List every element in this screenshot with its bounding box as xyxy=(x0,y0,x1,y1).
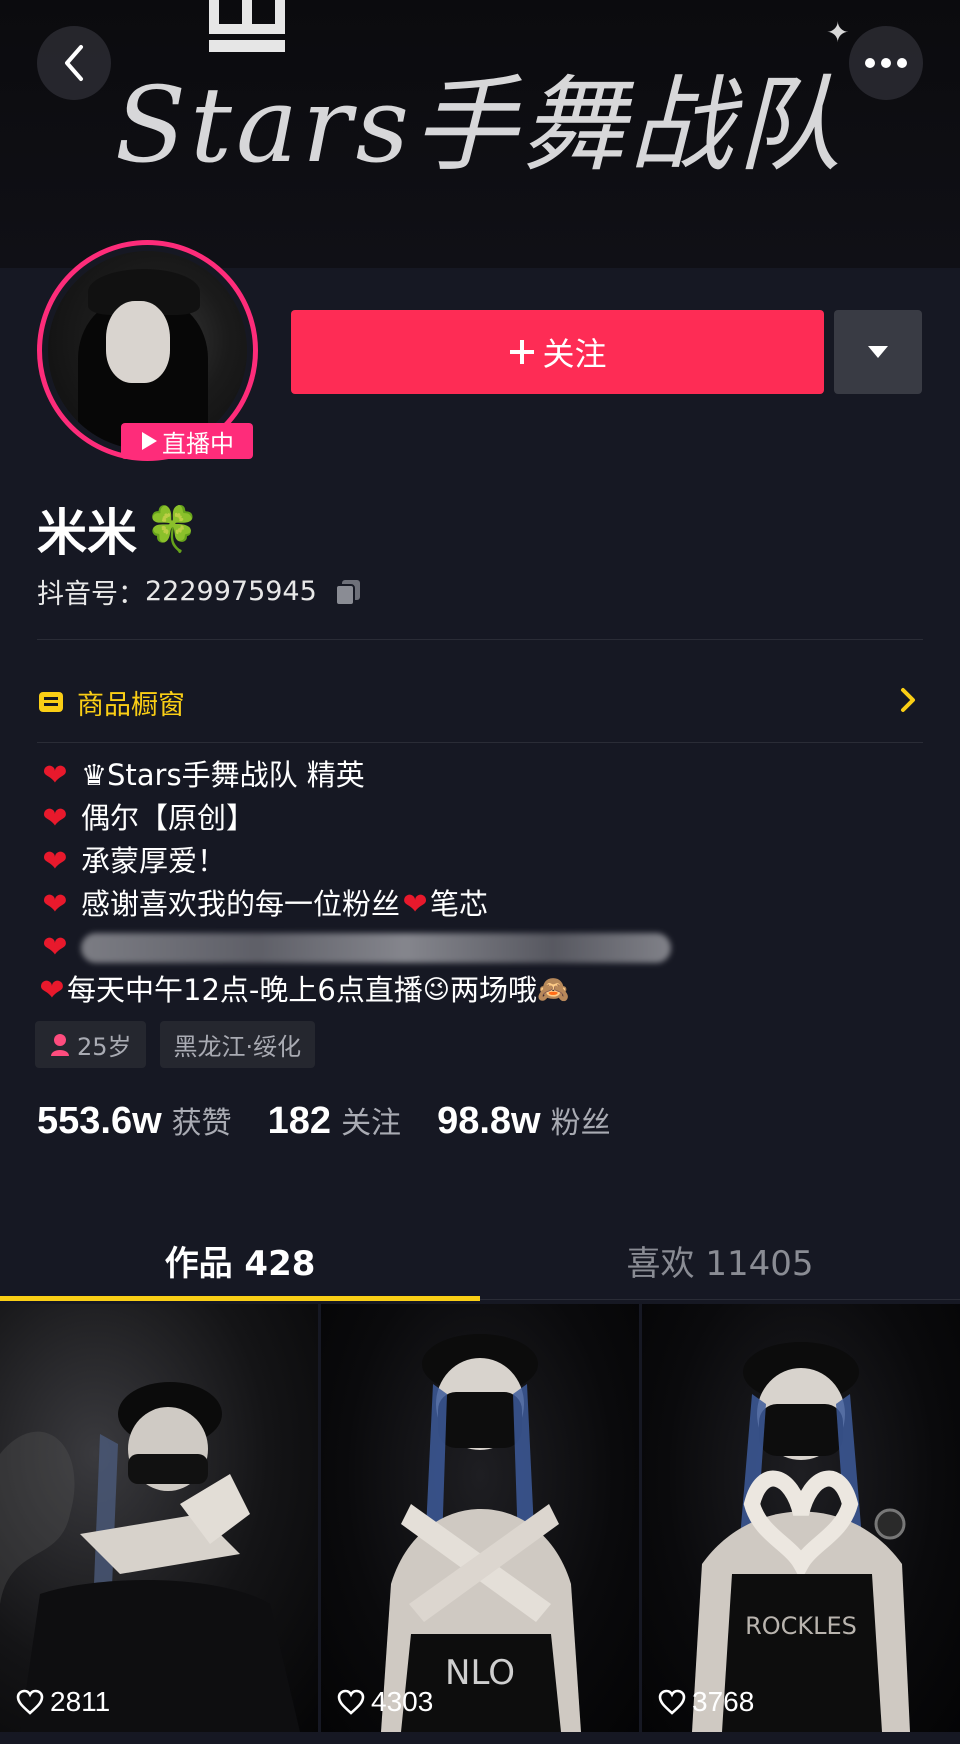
shop-window-row[interactable]: 商品橱窗 xyxy=(37,678,923,726)
back-button[interactable] xyxy=(37,26,111,100)
bio-line-redacted: ❤ xyxy=(37,926,923,969)
douyin-id-label: 抖音号： xyxy=(37,579,145,610)
video-likes: 3768 xyxy=(658,1686,754,1718)
play-icon xyxy=(142,432,157,450)
wink-emoji: 😉 xyxy=(422,975,450,1005)
follow-label: 关注 xyxy=(542,335,607,373)
banner-title: Stars手舞战队 xyxy=(114,64,846,186)
plus-icon xyxy=(510,340,535,364)
profile-stats: 553.6w 获赞 182 关注 98.8w 粉丝 xyxy=(37,1098,647,1143)
bio-line: ❤ 每天中午12点-晚上6点直播 😉 两场哦 🙈 xyxy=(37,969,923,1012)
more-button[interactable] xyxy=(849,26,923,100)
bio-line: ❤ 偶尔【原创】 xyxy=(37,797,923,840)
video-grid: 2811 NLO 4303 ROCKLES 3768 xyxy=(0,1304,960,1732)
heart-emoji: ❤ xyxy=(42,801,68,836)
location-tag: 黑龙江·绥化 xyxy=(159,1021,316,1068)
sparkle-icon: ✦ xyxy=(826,16,850,49)
video-thumbnail[interactable]: ROCKLES 3768 xyxy=(642,1304,960,1732)
likes-stat[interactable]: 553.6w 获赞 xyxy=(37,1098,232,1143)
heart-emoji: ❤ xyxy=(42,887,68,922)
caret-down-icon xyxy=(868,346,888,358)
video-preview-image xyxy=(0,1382,300,1732)
follow-button[interactable]: 关注 xyxy=(291,310,824,394)
nickname: 米米 🍀 xyxy=(37,493,200,565)
age-tag: 25岁 xyxy=(35,1021,146,1068)
heart-emoji: ❤ xyxy=(42,844,68,879)
see-no-evil-monkey-emoji: 🙈 xyxy=(536,975,570,1005)
svg-text:ROCKLES: ROCKLES xyxy=(745,1612,857,1640)
heart-outline-icon xyxy=(658,1689,686,1715)
heart-emoji: ❤ xyxy=(42,758,68,793)
female-icon xyxy=(51,1033,69,1056)
heart-emoji: ❤ xyxy=(39,973,65,1008)
live-badge-label: 直播中 xyxy=(162,429,234,458)
shop-window-label: 商品橱窗 xyxy=(77,689,185,721)
recommend-dropdown-button[interactable] xyxy=(834,310,922,394)
video-thumbnail[interactable]: NLO 4303 xyxy=(321,1304,639,1732)
video-preview-image: NLO xyxy=(381,1334,581,1732)
nickname-text: 米米 xyxy=(37,504,137,562)
video-preview-image: ROCKLES xyxy=(692,1342,910,1732)
clover-emoji: 🍀 xyxy=(145,504,200,555)
tab-liked[interactable]: 喜欢 11405 xyxy=(480,1222,960,1299)
heart-outline-icon xyxy=(16,1689,44,1715)
more-dots-icon xyxy=(865,58,907,68)
followers-stat[interactable]: 98.8w 粉丝 xyxy=(437,1098,611,1143)
copy-icon[interactable] xyxy=(333,577,363,607)
bio-line: ❤ 承蒙厚爱！ xyxy=(37,840,923,883)
divider xyxy=(37,639,923,640)
douyin-id: 抖音号： 2229975945 xyxy=(37,572,363,611)
divider xyxy=(37,742,923,743)
heart-outline-icon xyxy=(337,1689,365,1715)
profile-tags: 25岁 黑龙江·绥化 xyxy=(35,1021,316,1068)
profile-banner: Stars手舞战队 ✦ xyxy=(0,0,960,268)
live-badge[interactable]: 直播中 xyxy=(121,423,253,459)
video-thumbnail[interactable]: 2811 xyxy=(0,1304,318,1732)
video-likes: 4303 xyxy=(337,1686,433,1718)
content-tabs: 作品 428 喜欢 11405 xyxy=(0,1222,960,1301)
following-stat[interactable]: 182 关注 xyxy=(268,1098,401,1143)
heart-emoji: ❤ xyxy=(42,930,68,965)
bio-line: ❤ ♛Stars手舞战队 精英 xyxy=(37,754,923,797)
shop-icon xyxy=(39,692,63,712)
chevron-right-icon xyxy=(901,688,915,712)
redacted-text xyxy=(81,932,671,963)
avatar-image xyxy=(48,251,247,450)
heart-emoji: ❤ xyxy=(402,887,428,922)
chevron-left-icon xyxy=(65,45,83,81)
video-likes: 2811 xyxy=(16,1686,110,1718)
douyin-id-value: 2229975945 xyxy=(145,576,317,607)
bio-line: ❤ 感谢喜欢我的每一位粉丝 ❤ 笔芯 xyxy=(37,883,923,926)
tab-works[interactable]: 作品 428 xyxy=(0,1222,480,1301)
svg-text:NLO: NLO xyxy=(445,1653,515,1693)
bio: ❤ ♛Stars手舞战队 精英 ❤ 偶尔【原创】 ❤ 承蒙厚爱！ ❤ 感谢喜欢我… xyxy=(37,754,923,1012)
